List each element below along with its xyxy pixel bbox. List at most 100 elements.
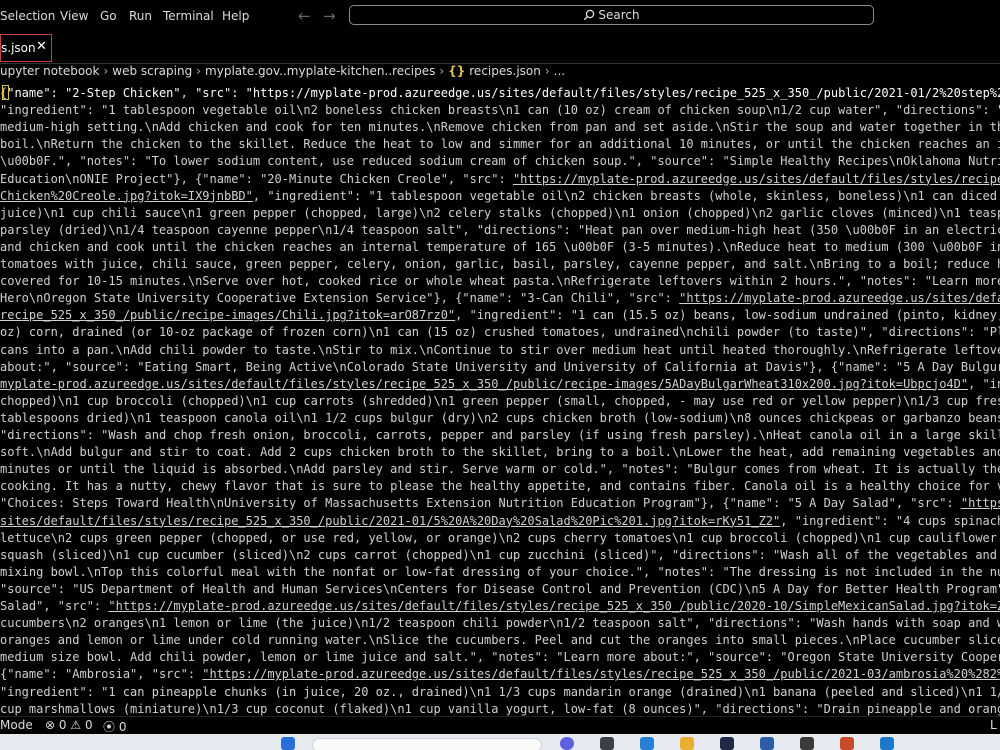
forward-arrow-icon[interactable]: → xyxy=(323,7,336,25)
code-line[interactable]: about:", "source": "Eating Smart, Being … xyxy=(0,359,1000,376)
code-line[interactable]: \u00b0F.", "notes": "To lower sodium con… xyxy=(0,153,1000,170)
code-token[interactable]: "https://myplate-prod.azureedge.us/sites… xyxy=(679,291,1000,305)
code-token: Hero\nOregon State University Cooperativ… xyxy=(0,291,680,306)
tab-recipes-json[interactable]: s.json ✕ xyxy=(0,34,52,62)
menu-selection[interactable]: Selection xyxy=(0,9,55,23)
code-line[interactable]: "ingredient": "1 tablespoon vegetable oi… xyxy=(0,102,1000,119)
status-ports[interactable]: ⦿ 0 xyxy=(103,718,126,735)
code-line[interactable]: "ingredient": "1 can pineapple chunks (i… xyxy=(0,684,1000,701)
code-token: "https://myplate-prod.azureedge.us/sites… xyxy=(245,86,1000,100)
app-icon-3[interactable] xyxy=(640,737,654,750)
code-token: "src": xyxy=(195,86,246,100)
json-braces-icon: {} xyxy=(448,64,466,78)
menu-view[interactable]: View xyxy=(60,9,88,23)
status-mode[interactable]: Mode xyxy=(0,718,33,732)
menu-help[interactable]: Help xyxy=(222,9,249,23)
code-line[interactable]: tomatoes with juice, chili sauce, green … xyxy=(0,256,1000,273)
code-line[interactable]: cup marshmallows (miniature)\n1/3 cup co… xyxy=(0,701,1000,716)
code-line[interactable]: juice)\n1 cup chili sauce\n1 green peppe… xyxy=(0,205,1000,222)
code-line[interactable]: mixing bowl.\nTop this colorful meal wit… xyxy=(0,564,1000,581)
code-token[interactable]: recipe_525_x_350_/public/recipe-images/C… xyxy=(0,308,455,322)
app-icon-1[interactable] xyxy=(560,737,574,750)
code-line[interactable]: tablespoons dried)\n1 teaspoon canola oi… xyxy=(0,410,1000,427)
code-token: chopped)\n1 cup broccoli (chopped)\n1 cu… xyxy=(0,393,1000,408)
code-line[interactable]: myplate-prod.azureedge.us/sites/default/… xyxy=(0,376,1000,393)
app-icon-5[interactable] xyxy=(760,737,774,750)
code-token[interactable]: "https://myplate-prod.azureedge.us/sites… xyxy=(108,599,1000,613)
breadcrumb-item-more[interactable]: ... xyxy=(554,64,565,78)
code-token[interactable]: "https://myp xyxy=(961,496,1000,510)
code-token: lettuce\n2 cups green pepper (chopped, o… xyxy=(0,530,1000,545)
code-line[interactable]: minutes or until the liquid is absorbed.… xyxy=(0,461,1000,478)
command-center-search[interactable]: Search xyxy=(349,5,874,25)
code-line[interactable]: and chicken and cook until the chicken r… xyxy=(0,239,1000,256)
status-problems[interactable]: ⊗ 0 ⚠ 0 xyxy=(45,718,93,732)
code-editor[interactable]: {"name": "2-Step Chicken", "src": "https… xyxy=(0,84,1000,716)
code-line[interactable]: cucumbers\n2 oranges\n1 lemon or lime (t… xyxy=(0,615,1000,632)
folder-icon[interactable] xyxy=(680,737,694,750)
menu-terminal[interactable]: Terminal xyxy=(163,9,214,23)
start-icon[interactable] xyxy=(281,737,295,750)
code-line[interactable]: squash (sliced)\n1 cup cucumber (sliced)… xyxy=(0,547,1000,564)
code-line[interactable]: chopped)\n1 cup broccoli (chopped)\n1 cu… xyxy=(0,393,1000,410)
code-line[interactable]: lettuce\n2 cups green pepper (chopped, o… xyxy=(0,530,1000,547)
code-token: soft.\nAdd bulgur and stir to coat. Add … xyxy=(0,445,1000,460)
code-token[interactable]: sites/default/files/styles/recipe_525_x_… xyxy=(0,514,780,528)
code-token: "directions": "Wash and chop fresh onion… xyxy=(0,428,1000,442)
taskbar-search-pill[interactable] xyxy=(312,738,542,750)
code-token: \u00b0F.", "notes": "To lower sodium con… xyxy=(0,154,1000,169)
title-bar: Selection View Go Run Terminal Help ← → … xyxy=(0,0,1000,32)
code-line[interactable]: Salad", "src": "https://myplate-prod.azu… xyxy=(0,598,1000,615)
back-arrow-icon[interactable]: ← xyxy=(298,7,311,25)
search-label: Search xyxy=(598,8,640,22)
status-line-col[interactable]: L xyxy=(990,718,997,732)
code-line[interactable]: {"name": "Ambrosia", "src": "https://myp… xyxy=(0,666,1000,683)
code-line[interactable]: soft.\nAdd bulgur and stir to coat. Add … xyxy=(0,444,1000,461)
code-token: Salad", "src": xyxy=(0,599,109,613)
app-icon-6[interactable] xyxy=(800,737,814,750)
chevron-right-icon: › xyxy=(103,64,109,78)
code-line[interactable]: medium-high setting.\nAdd chicken and co… xyxy=(0,119,1000,136)
code-line[interactable]: boil.\nReturn the chicken to the skillet… xyxy=(0,136,1000,153)
code-token[interactable]: "https://myplate-prod.azureedge.us/sites… xyxy=(513,172,1000,186)
code-line[interactable]: "Choices: Steps Toward Health\nUniversit… xyxy=(0,495,1000,512)
code-line[interactable]: Hero\nOregon State University Cooperativ… xyxy=(0,290,1000,307)
code-line[interactable]: parsley (dried)\n1/4 teaspoon cayenne pe… xyxy=(0,222,1000,239)
menu-go[interactable]: Go xyxy=(100,9,117,23)
code-line[interactable]: oranges and lemon or lime under cold run… xyxy=(0,632,1000,649)
code-line[interactable]: recipe_525_x_350_/public/recipe-images/C… xyxy=(0,307,1000,324)
code-token: and chicken and cook until the chicken r… xyxy=(0,239,1000,254)
breadcrumb: upyter notebook › web scraping › myplate.gov… xyxy=(0,64,1000,84)
code-line[interactable]: cans into a pan.\nAdd chili powder to ta… xyxy=(0,342,1000,359)
app-icon-2[interactable] xyxy=(600,737,614,750)
code-token: , "ingredient": "1 tablespoon vegetable … xyxy=(252,188,1000,203)
close-icon[interactable]: ✕ xyxy=(36,39,47,54)
chevron-right-icon: › xyxy=(439,64,445,78)
menu-run[interactable]: Run xyxy=(129,9,152,23)
code-line[interactable]: Education\nONIE Project"}, {"name": "20-… xyxy=(0,171,1000,188)
code-token[interactable]: Chicken%20Creole.jpg?itok=IX9jnbBD" xyxy=(0,189,253,203)
code-token: Education\nONIE Project"}, {"name": "20-… xyxy=(0,171,513,186)
breadcrumb-item-folder[interactable]: myplate.gov..myplate-kitchen..recipes xyxy=(205,64,435,78)
breadcrumb-item-file[interactable]: recipes.json xyxy=(469,64,541,78)
code-line[interactable]: sites/default/files/styles/recipe_525_x_… xyxy=(0,513,1000,530)
app-icon-7[interactable] xyxy=(840,737,854,750)
code-line[interactable]: covered for 10-15 minutes.\nServe over h… xyxy=(0,273,1000,290)
code-line[interactable]: medium size bowl. Add chili powder, lemo… xyxy=(0,649,1000,666)
app-icon-4[interactable] xyxy=(720,737,734,750)
code-line[interactable]: "directions": "Wash and chop fresh onion… xyxy=(0,427,1000,444)
code-token: medium-high setting.\nAdd chicken and co… xyxy=(0,120,1000,135)
os-taskbar xyxy=(0,734,1000,750)
code-line[interactable]: cooking. It has a nutty, chewy flavor th… xyxy=(0,478,1000,495)
code-token[interactable]: myplate-prod.azureedge.us/sites/default/… xyxy=(0,377,968,391)
code-token: boil.\nReturn the chicken to the skillet… xyxy=(0,137,1000,152)
code-token: cans into a pan.\nAdd chili powder to ta… xyxy=(0,342,1000,357)
code-token[interactable]: "https://myplate-prod.azureedge.us/sites… xyxy=(202,667,1000,681)
code-line[interactable]: oz) corn, drained (or 10-oz package of f… xyxy=(0,324,1000,341)
vscode-icon[interactable] xyxy=(880,737,894,750)
code-line[interactable]: "source": "US Department of Health and H… xyxy=(0,581,1000,598)
breadcrumb-item-jupyter-notebook[interactable]: upyter notebook xyxy=(0,64,99,78)
code-line[interactable]: {"name": "2-Step Chicken", "src": "https… xyxy=(0,85,1000,102)
breadcrumb-item-web-scraping[interactable]: web scraping xyxy=(112,64,192,78)
code-line[interactable]: Chicken%20Creole.jpg?itok=IX9jnbBD", "in… xyxy=(0,188,1000,205)
